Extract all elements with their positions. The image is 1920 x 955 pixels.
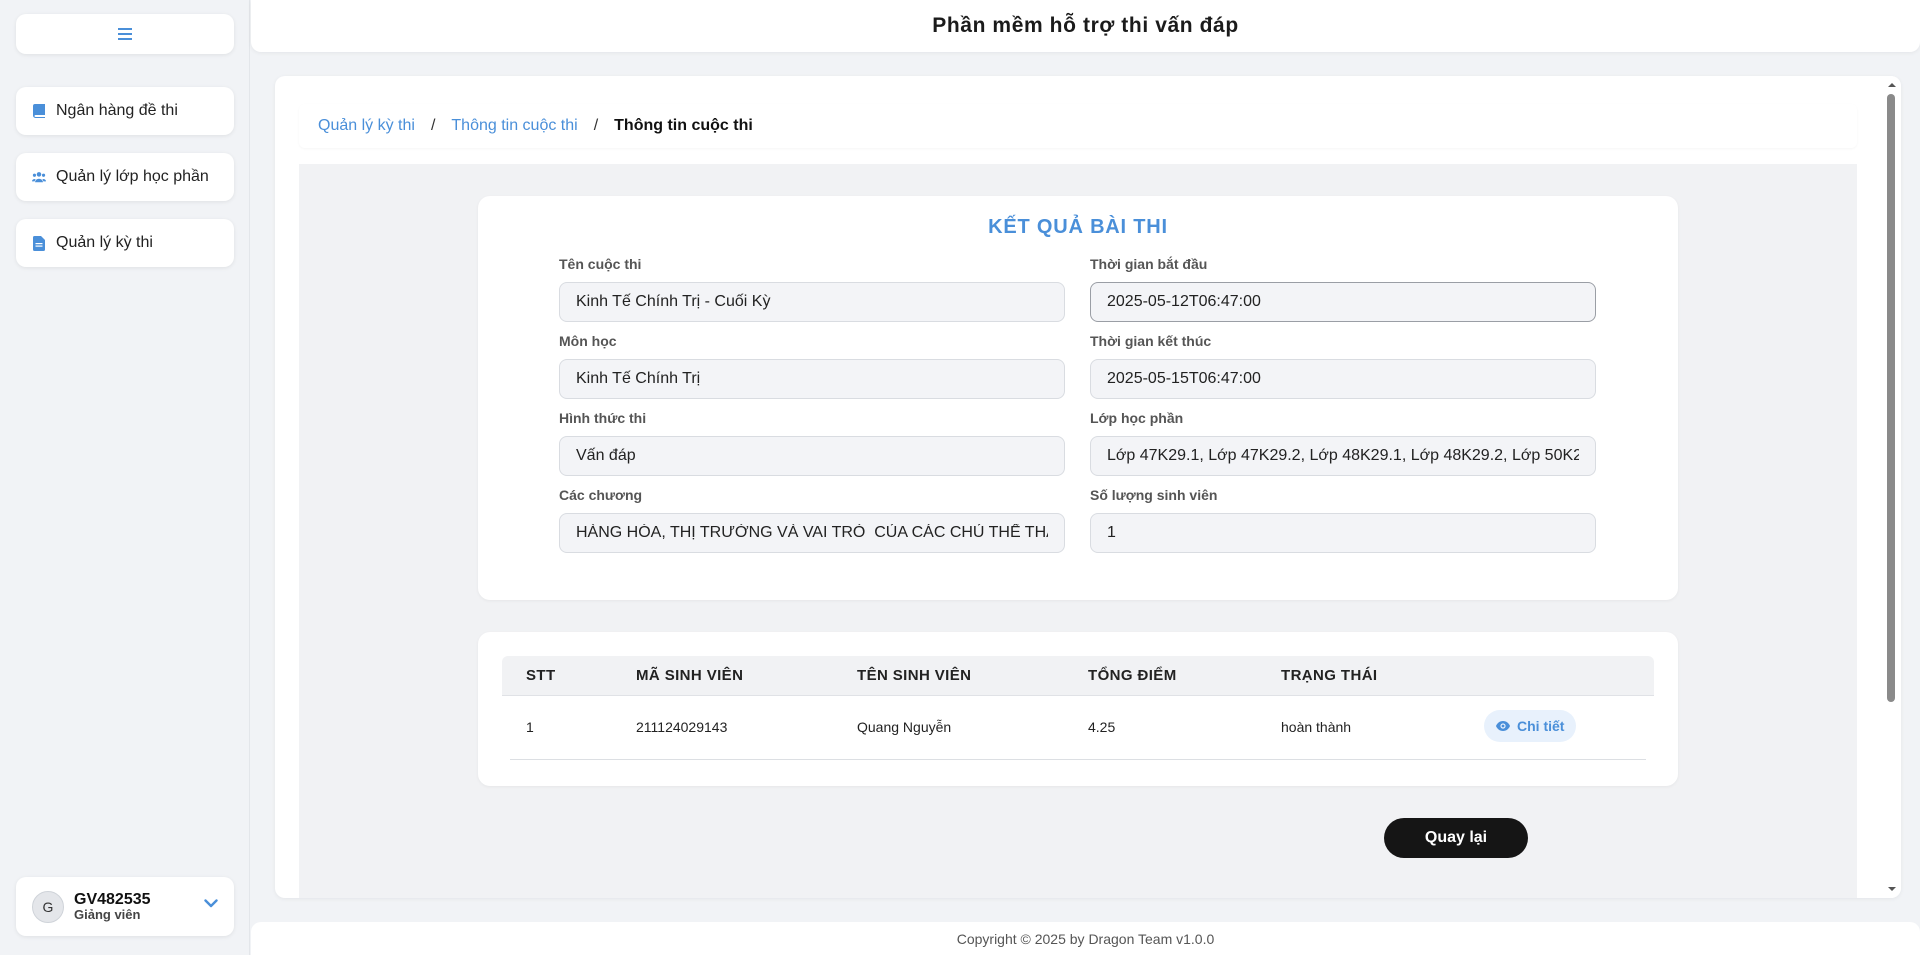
field-label: Hình thức thi xyxy=(559,410,647,426)
class-section-field: Lớp học phần xyxy=(1090,410,1596,476)
scrollbar[interactable] xyxy=(1883,76,1901,898)
breadcrumb-link-exam-management[interactable]: Quản lý kỳ thi xyxy=(318,117,415,135)
cell-student-name: Quang Nguyễn xyxy=(857,719,952,735)
hamburger-icon xyxy=(118,28,132,40)
chapters-field: Các chương xyxy=(559,487,1065,553)
end-time-input[interactable] xyxy=(1090,359,1596,399)
exam-result-card: KẾT QUẢ BÀI THI Tên cuộc thi Thời gian b… xyxy=(478,196,1678,600)
column-header-student-name: TÊN SINH VIÊN xyxy=(857,667,972,684)
field-label: Tên cuộc thi xyxy=(559,256,642,272)
eye-icon xyxy=(1496,721,1510,731)
results-table: STT MÃ SINH VIÊN TÊN SINH VIÊN TỔNG ĐIỂM… xyxy=(478,632,1678,786)
table-header: STT MÃ SINH VIÊN TÊN SINH VIÊN TỔNG ĐIỂM… xyxy=(502,656,1654,696)
app-header: Phần mềm hỗ trợ thi vấn đáp xyxy=(251,0,1920,52)
cell-status: hoàn thành xyxy=(1281,719,1352,735)
sidebar-item-question-bank[interactable]: Ngân hàng đề thi xyxy=(16,87,234,135)
class-section-input[interactable] xyxy=(1090,436,1596,476)
sidebar-item-label: Quản lý lớp học phần xyxy=(56,168,209,185)
field-label: Thời gian bắt đầu xyxy=(1090,256,1208,272)
column-header-student-id: MÃ SINH VIÊN xyxy=(636,667,744,684)
sidebar-item-exam-management[interactable]: Quản lý kỳ thi xyxy=(16,219,234,267)
field-label: Thời gian kết thúc xyxy=(1090,333,1212,349)
users-icon xyxy=(32,169,46,185)
breadcrumb-link-exam-info[interactable]: Thông tin cuộc thi xyxy=(451,117,577,135)
breadcrumb-current: Thông tin cuộc thi xyxy=(614,117,753,134)
table-row: 1 211124029143 Quang Nguyễn 4.25 hoàn th… xyxy=(510,696,1646,760)
cell-total-score: 4.25 xyxy=(1088,719,1116,735)
scroll-down-arrow-icon[interactable] xyxy=(1887,884,1897,894)
exam-format-input[interactable] xyxy=(559,436,1065,476)
cell-stt: 1 xyxy=(526,719,534,735)
user-role: Giảng viên xyxy=(74,907,141,923)
user-info: GV482535 Giảng viên xyxy=(74,891,151,923)
scroll-up-arrow-icon[interactable] xyxy=(1887,80,1897,90)
detail-button[interactable]: Chi tiết xyxy=(1484,710,1577,742)
copyright-text: Copyright © 2025 by Dragon Team v1.0.0 xyxy=(956,930,1215,947)
column-header-total-score: TỔNG ĐIỂM xyxy=(1088,667,1177,684)
column-header-stt: STT xyxy=(526,667,556,684)
breadcrumb: Quản lý kỳ thi / Thông tin cuộc thi / Th… xyxy=(299,104,1857,148)
user-menu[interactable]: G GV482535 Giảng viên xyxy=(16,877,234,936)
chevron-down-icon[interactable] xyxy=(204,899,218,908)
field-label: Môn học xyxy=(559,333,617,349)
subject-field: Môn học xyxy=(559,333,1065,399)
scroll-thumb[interactable] xyxy=(1887,94,1895,702)
app-title: Phần mềm hỗ trợ thi vấn đáp xyxy=(932,14,1239,37)
breadcrumb-separator: / xyxy=(430,117,436,134)
result-title: KẾT QUẢ BÀI THI xyxy=(988,216,1168,238)
field-label: Số lượng sinh viên xyxy=(1090,487,1218,503)
sidebar-divider xyxy=(249,0,250,955)
chapters-input[interactable] xyxy=(559,513,1065,553)
sidebar-item-class-management[interactable]: Quản lý lớp học phần xyxy=(16,153,234,201)
footer: Copyright © 2025 by Dragon Team v1.0.0 xyxy=(251,922,1920,955)
subject-input[interactable] xyxy=(559,359,1065,399)
back-button[interactable]: Quay lại xyxy=(1384,818,1528,858)
breadcrumb-separator: / xyxy=(593,117,599,134)
menu-toggle-button[interactable] xyxy=(16,14,234,54)
cell-student-id: 211124029143 xyxy=(636,719,728,735)
document-icon xyxy=(32,235,46,251)
exam-name-field: Tên cuộc thi xyxy=(559,256,1065,322)
end-time-field: Thời gian kết thúc xyxy=(1090,333,1596,399)
start-time-field: Thời gian bắt đầu xyxy=(1090,256,1596,322)
exam-name-input[interactable] xyxy=(559,282,1065,322)
column-header-status: TRẠNG THÁI xyxy=(1281,667,1378,684)
detail-button-label: Chi tiết xyxy=(1517,718,1565,734)
book-icon xyxy=(32,103,46,119)
avatar: G xyxy=(32,890,64,923)
student-count-field: Số lượng sinh viên xyxy=(1090,487,1596,553)
start-time-input[interactable] xyxy=(1090,282,1596,322)
student-count-input[interactable] xyxy=(1090,513,1596,553)
field-label: Lớp học phần xyxy=(1090,410,1184,426)
exam-format-field: Hình thức thi xyxy=(559,410,1065,476)
user-name: GV482535 xyxy=(74,890,151,908)
field-label: Các chương xyxy=(559,487,643,503)
sidebar: Ngân hàng đề thi Quản lý lớp học phần Qu… xyxy=(0,0,249,955)
sidebar-item-label: Ngân hàng đề thi xyxy=(56,102,178,119)
sidebar-item-label: Quản lý kỳ thi xyxy=(56,234,153,251)
